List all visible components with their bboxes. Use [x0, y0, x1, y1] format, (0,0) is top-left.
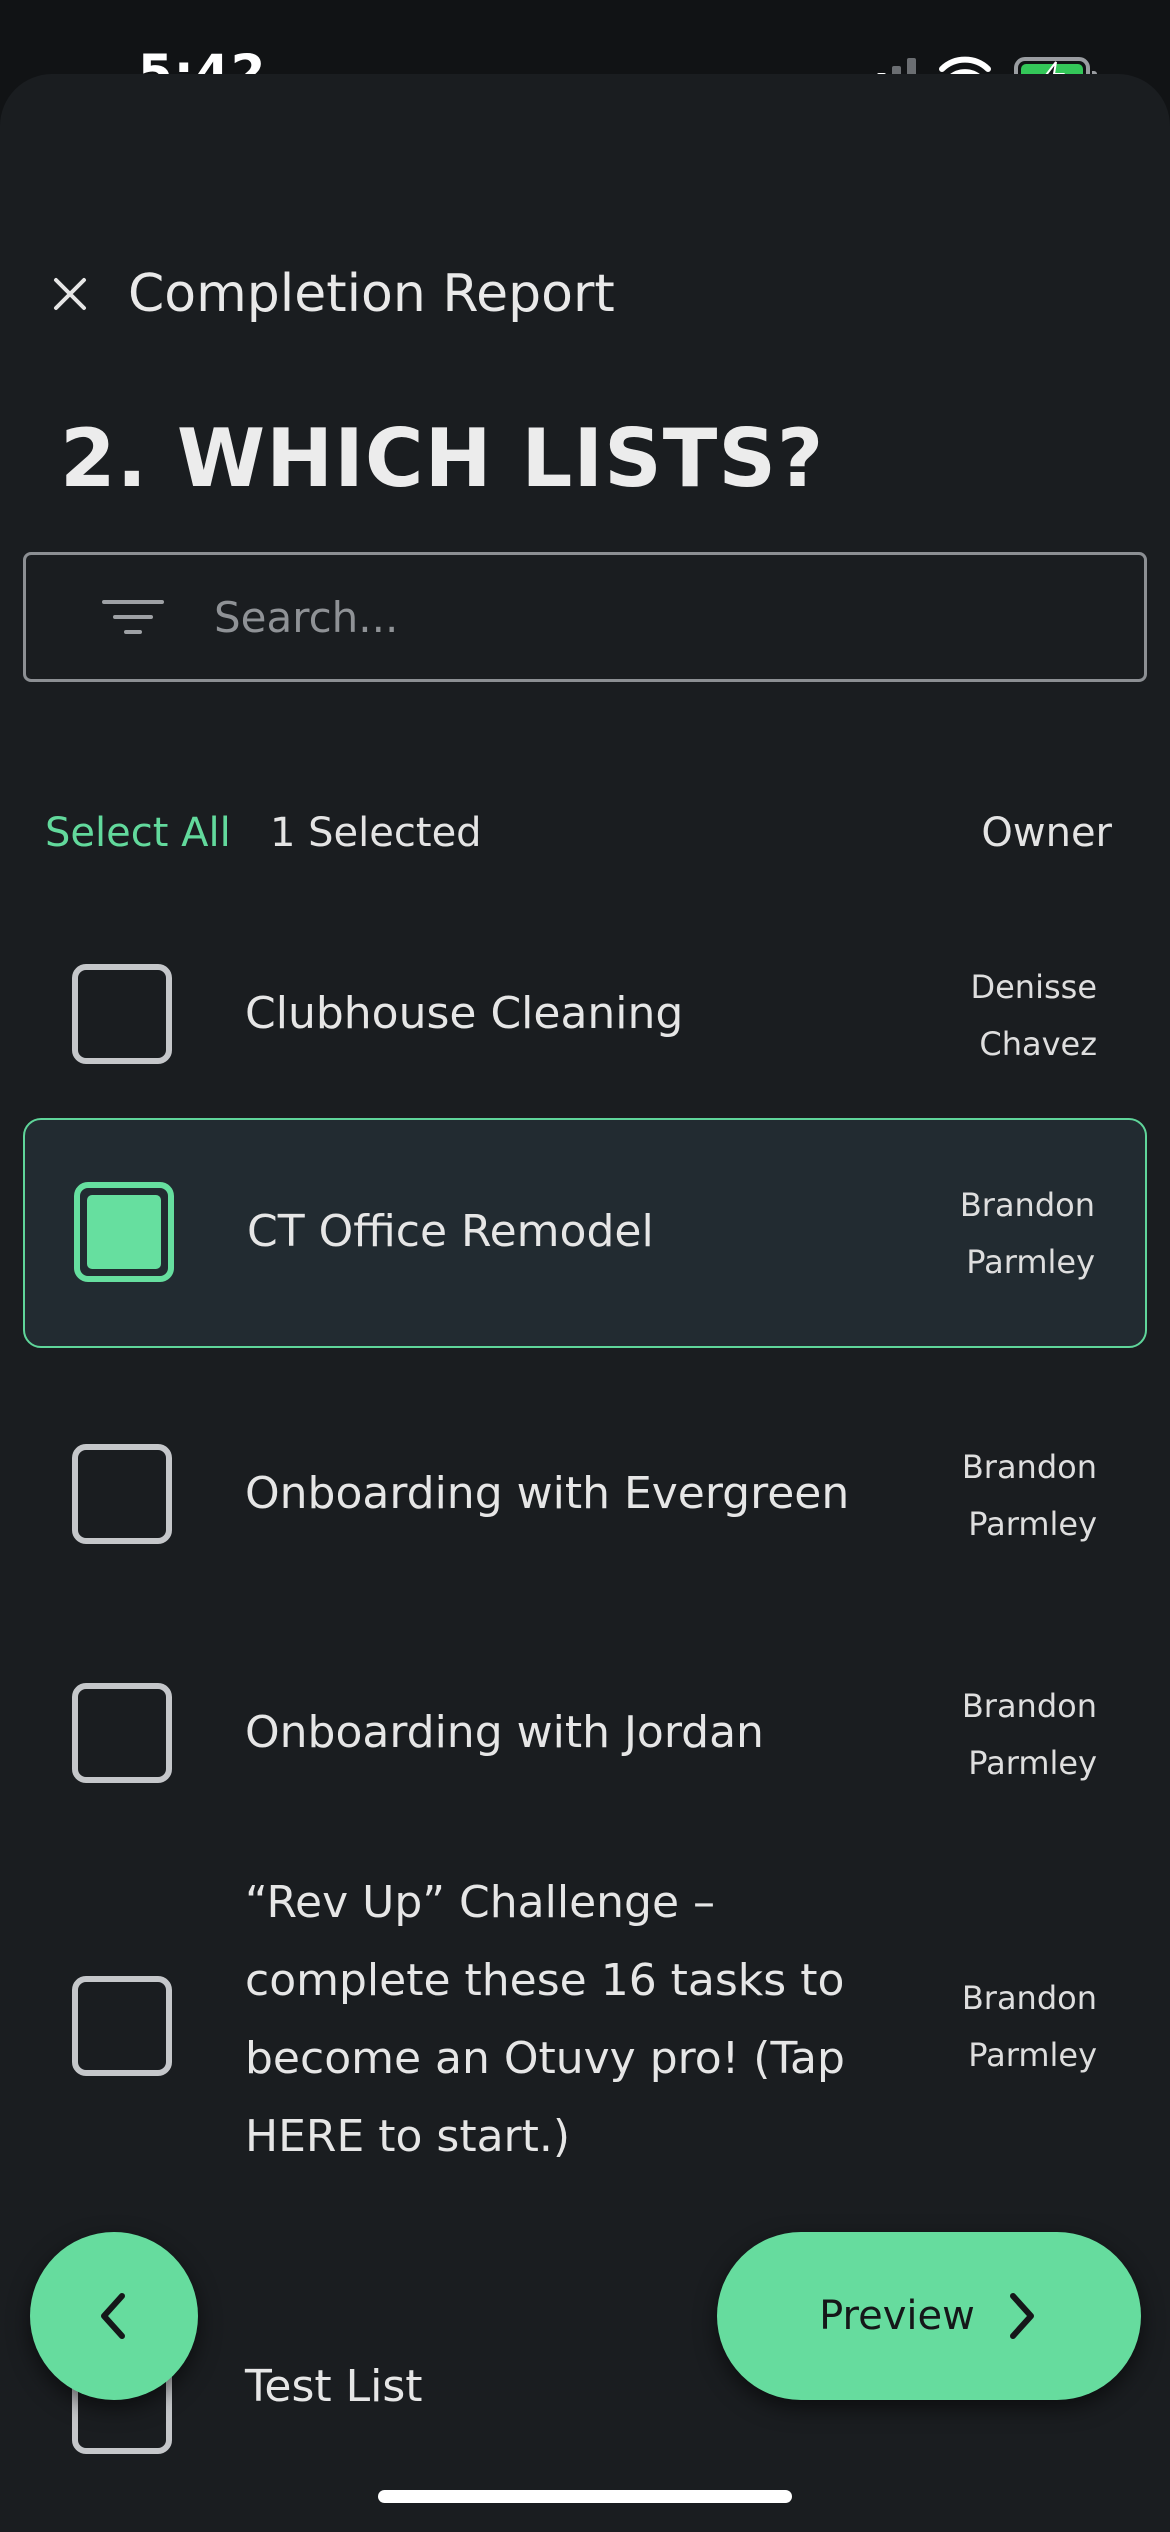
owner-last-name: Parmley — [968, 1744, 1097, 1782]
list-name: Clubhouse Cleaning — [245, 988, 684, 1039]
close-icon — [54, 278, 86, 310]
report-sheet: Completion Report 2. WHICH LISTS? Select… — [0, 74, 1170, 2532]
owner-last-name: Parmley — [966, 1243, 1095, 1281]
filter-icon[interactable] — [102, 599, 164, 635]
list-row-onboarding-jordan[interactable]: Onboarding with Jordan Brandon Parmley — [23, 1623, 1147, 1843]
list-owner: Brandon Parmley — [962, 1970, 1097, 2084]
preview-button-label: Preview — [819, 2293, 975, 2339]
list-toolbar: Select All 1 Selected Owner — [0, 804, 1170, 874]
chevron-right-icon — [1009, 2293, 1034, 2339]
back-button[interactable] — [30, 2232, 198, 2400]
list-row-onboarding-evergreen[interactable]: Onboarding with Evergreen Brandon Parmle… — [23, 1384, 1147, 1604]
page-title: Completion Report — [128, 264, 615, 324]
owner-first-name: Brandon — [959, 1186, 1095, 1224]
list-owner: Brandon Parmley — [962, 1678, 1097, 1792]
list-owner: Denisse Chavez — [970, 959, 1097, 1073]
list-checkbox[interactable] — [72, 964, 172, 1064]
step-title: 2. WHICH LISTS? — [60, 412, 825, 505]
list-row-clubhouse-cleaning[interactable]: Clubhouse Cleaning Denisse Chavez — [23, 904, 1147, 1124]
list-checkbox[interactable] — [72, 1976, 172, 2076]
list-name: Test List — [245, 2361, 423, 2412]
owner-last-name: Chavez — [979, 1025, 1097, 1063]
phone-screen: 5:42 Completion Report 2. WHICH LISTS? S… — [0, 0, 1170, 2532]
list-name: Onboarding with Jordan — [245, 1707, 764, 1758]
list-checkbox[interactable] — [72, 1444, 172, 1544]
search-input[interactable] — [214, 555, 1114, 679]
owner-first-name: Brandon — [961, 1687, 1097, 1725]
list-checkbox-checked[interactable] — [74, 1182, 174, 1282]
owner-first-name: Denisse — [970, 968, 1097, 1006]
list-checkbox[interactable] — [72, 1683, 172, 1783]
owner-first-name: Brandon — [961, 1979, 1097, 2017]
owner-last-name: Parmley — [968, 1505, 1097, 1543]
list-owner: Brandon Parmley — [960, 1177, 1095, 1291]
owner-last-name: Parmley — [968, 2036, 1097, 2074]
owner-column-header: Owner — [981, 810, 1112, 856]
selected-count: 1 Selected — [270, 810, 482, 856]
list-owner: Brandon Parmley — [962, 1439, 1097, 1553]
list-row-ct-office-remodel[interactable]: CT Office Remodel Brandon Parmley — [23, 1118, 1147, 1348]
select-all-button[interactable]: Select All — [45, 810, 231, 856]
owner-first-name: Brandon — [961, 1448, 1097, 1486]
preview-button[interactable]: Preview — [717, 2232, 1141, 2400]
chevron-left-icon — [101, 2293, 125, 2339]
close-button[interactable] — [46, 270, 94, 318]
list-name: Onboarding with Evergreen — [245, 1468, 850, 1519]
list-row-rev-up-challenge[interactable]: “Rev Up” Challenge – complete these 16 t… — [23, 1864, 1147, 2264]
home-indicator — [378, 2490, 792, 2503]
list-name: “Rev Up” Challenge – complete these 16 t… — [245, 1877, 845, 2162]
list-name: CT Office Remodel — [247, 1206, 654, 1257]
search-bar — [23, 552, 1147, 682]
